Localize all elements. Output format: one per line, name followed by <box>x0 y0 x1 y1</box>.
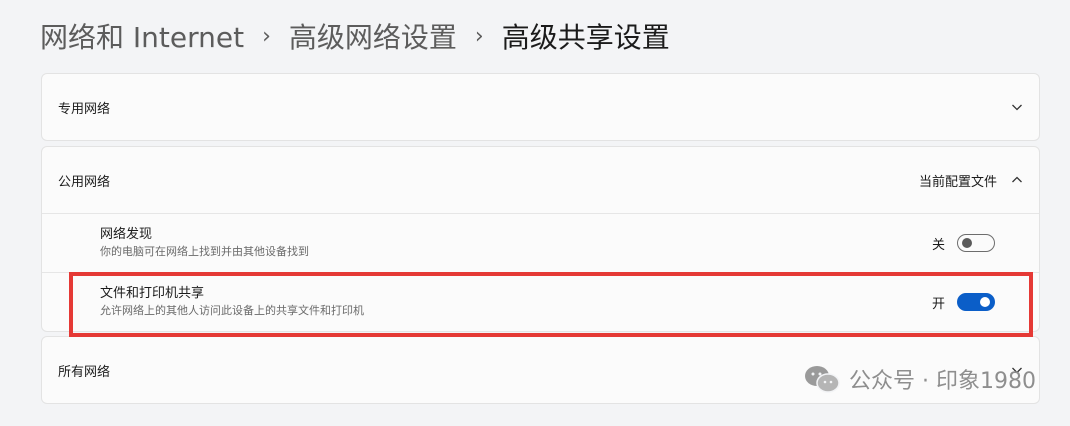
network-discovery-state: 关 <box>931 237 945 253</box>
breadcrumb-separator: › <box>474 23 484 49</box>
watermark: 公众号 · 印象1980 <box>803 363 1036 395</box>
page-title: 高级共享设置 <box>501 21 670 54</box>
private-network-header[interactable]: 专用网络 <box>42 74 1039 140</box>
file-printer-sharing-title: 文件和打印机共享 <box>100 286 205 301</box>
public-network-section: 公用网络 当前配置文件 网络发现 你的电脑可在网络上找到并由其他设备找到 关 文… <box>41 146 1040 332</box>
file-printer-sharing-state: 开 <box>931 296 945 312</box>
private-network-section: 专用网络 <box>41 73 1040 141</box>
all-networks-label: 所有网络 <box>58 364 111 380</box>
current-profile-tag: 当前配置文件 <box>918 174 997 190</box>
toggle-knob <box>962 238 972 248</box>
breadcrumb: 网络和 Internet › 高级网络设置 › 高级共享设置 <box>40 16 670 56</box>
public-network-label: 公用网络 <box>58 174 111 190</box>
network-discovery-row: 网络发现 你的电脑可在网络上找到并由其他设备找到 关 <box>42 213 1039 272</box>
network-discovery-description: 你的电脑可在网络上找到并由其他设备找到 <box>100 245 309 258</box>
wechat-icon <box>803 364 841 394</box>
file-printer-sharing-row: 文件和打印机共享 允许网络上的其他人访问此设备上的共享文件和打印机 开 <box>42 272 1039 331</box>
private-network-label: 专用网络 <box>58 101 111 117</box>
public-network-header[interactable]: 公用网络 当前配置文件 <box>42 147 1039 213</box>
file-printer-sharing-toggle[interactable] <box>957 293 995 311</box>
chevron-up-icon[interactable] <box>1011 174 1023 186</box>
toggle-knob <box>980 297 990 307</box>
file-printer-sharing-description: 允许网络上的其他人访问此设备上的共享文件和打印机 <box>100 304 364 317</box>
network-discovery-title: 网络发现 <box>100 227 153 242</box>
watermark-text: 公众号 · 印象1980 <box>849 369 1036 394</box>
breadcrumb-advanced-network-settings[interactable]: 高级网络设置 <box>289 16 457 56</box>
breadcrumb-network-internet[interactable]: 网络和 Internet <box>40 16 244 56</box>
chevron-down-icon[interactable] <box>1011 101 1023 113</box>
breadcrumb-separator: › <box>262 23 271 49</box>
network-discovery-toggle[interactable] <box>957 234 995 252</box>
